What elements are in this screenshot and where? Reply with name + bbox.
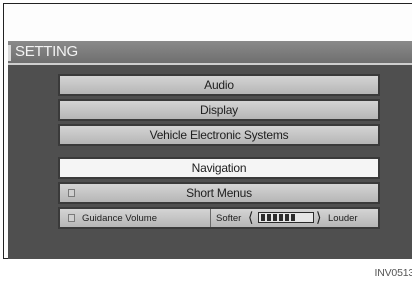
- volume-increase-icon[interactable]: ⟩: [316, 210, 321, 225]
- setting-screen: SETTING Audio Display Vehicle Electronic…: [8, 41, 412, 259]
- title-bar: SETTING: [8, 41, 412, 65]
- softer-label: Softer: [216, 213, 242, 224]
- audio-button[interactable]: Audio: [58, 74, 380, 96]
- navigation-label: Navigation: [191, 161, 247, 175]
- display-label: Display: [200, 103, 238, 117]
- screen-title: SETTING: [15, 43, 78, 60]
- volume-segment: [273, 214, 277, 221]
- vehicle-electronic-systems-label: Vehicle Electronic Systems: [149, 128, 289, 142]
- volume-slider[interactable]: ⟨ ⟩: [248, 210, 326, 225]
- louder-label: Louder: [328, 213, 358, 224]
- volume-segment: [279, 214, 283, 221]
- volume-segment: [285, 214, 289, 221]
- audio-label: Audio: [204, 78, 234, 92]
- title-accent: [8, 45, 11, 61]
- volume-segment: [267, 214, 271, 221]
- figure-caption: INV0513: [374, 267, 412, 279]
- navigation-button[interactable]: Navigation: [58, 157, 380, 179]
- guidance-volume-indicator-icon[interactable]: [68, 214, 75, 222]
- volume-decrease-icon[interactable]: ⟨: [248, 210, 253, 225]
- volume-segment: [291, 214, 295, 221]
- guidance-volume-row: Guidance Volume Softer ⟨ ⟩ Louder: [58, 207, 380, 229]
- short-menus-label: Short Menus: [186, 186, 252, 200]
- guidance-volume-label: Guidance Volume: [82, 213, 157, 224]
- display-button[interactable]: Display: [58, 99, 380, 121]
- volume-track[interactable]: [258, 212, 314, 223]
- volume-segment: [261, 214, 265, 221]
- short-menus-toggle[interactable]: Short Menus: [58, 182, 380, 204]
- row-divider: [210, 209, 211, 227]
- short-menus-indicator-icon: [68, 189, 75, 197]
- vehicle-electronic-systems-button[interactable]: Vehicle Electronic Systems: [58, 124, 380, 146]
